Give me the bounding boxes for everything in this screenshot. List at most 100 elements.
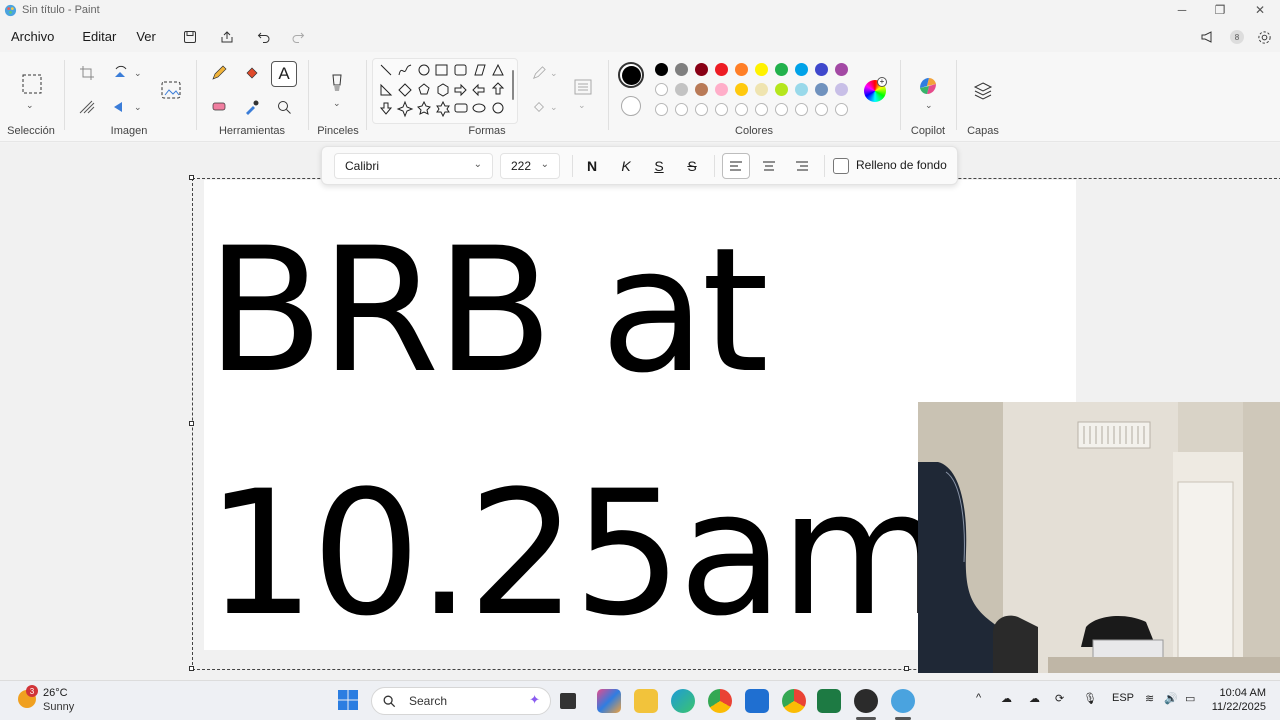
italic-button[interactable]: K xyxy=(612,153,640,179)
resize-handle[interactable] xyxy=(189,175,194,180)
save-icon[interactable] xyxy=(175,24,205,50)
align-center-button[interactable] xyxy=(755,153,783,179)
color-swatch[interactable] xyxy=(815,63,828,76)
color-picker-icon[interactable] xyxy=(239,94,265,120)
layers-icon[interactable] xyxy=(972,80,994,102)
flip-icon[interactable] xyxy=(108,94,134,120)
onedrive-icon[interactable]: ☁ xyxy=(1001,692,1012,705)
color-swatch[interactable] xyxy=(675,103,688,116)
battery-icon[interactable]: ▭ xyxy=(1185,692,1195,705)
color-swatch[interactable] xyxy=(735,83,748,96)
stroke-size-icon[interactable] xyxy=(570,74,596,100)
notifications-badge[interactable]: 8 xyxy=(1222,24,1252,50)
windows-start-icon[interactable] xyxy=(337,689,361,713)
stroke-chevron-down-icon[interactable]: ⌄ xyxy=(578,100,586,111)
feedback-icon[interactable] xyxy=(1193,24,1223,50)
weather-temperature[interactable]: 26°C xyxy=(43,687,68,699)
selection-tool[interactable] xyxy=(18,70,46,98)
microphone-icon[interactable]: 🎙 xyxy=(1083,692,1097,705)
outline-icon[interactable] xyxy=(526,60,552,86)
color-swatch[interactable] xyxy=(735,63,748,76)
shape-fill-chevron-down-icon[interactable]: ⌄ xyxy=(550,102,558,113)
clock-date[interactable]: 11/22/2025 xyxy=(1208,701,1266,713)
file-explorer-icon[interactable] xyxy=(634,689,658,713)
color-swatch[interactable] xyxy=(835,83,848,96)
strikethrough-button[interactable]: S xyxy=(678,153,706,179)
settings-gear-icon[interactable] xyxy=(1249,24,1279,50)
canvas-text-line-2[interactable]: 10.25am xyxy=(206,468,947,640)
task-view-icon[interactable] xyxy=(560,693,576,709)
text-tool-icon[interactable]: A xyxy=(271,61,297,87)
minimize-button[interactable]: ─ xyxy=(1162,0,1202,20)
excel-icon[interactable] xyxy=(817,689,841,713)
color-swatch[interactable] xyxy=(775,83,788,96)
align-right-button[interactable] xyxy=(788,153,816,179)
menu-ver[interactable]: Ver xyxy=(127,24,165,50)
menu-editar[interactable]: Editar xyxy=(73,24,125,50)
rotate-chevron-down-icon[interactable]: ⌄ xyxy=(134,68,142,79)
menu-archivo[interactable]: Archivo xyxy=(2,24,63,50)
color-swatch[interactable] xyxy=(775,63,788,76)
color-swatch[interactable] xyxy=(715,63,728,76)
color-swatch[interactable] xyxy=(655,103,668,116)
refresh-icon[interactable]: ⟳ xyxy=(1055,692,1064,705)
selection-chevron-down-icon[interactable]: ⌄ xyxy=(26,100,34,111)
fill-bucket-icon[interactable] xyxy=(239,60,265,86)
chrome-profile-icon[interactable] xyxy=(782,689,806,713)
copilot-app-icon[interactable] xyxy=(597,689,621,713)
color-swatch[interactable] xyxy=(675,63,688,76)
copilot-icon[interactable] xyxy=(916,74,940,98)
font-size-dropdown[interactable]: 222 ⌄ xyxy=(500,153,560,179)
color-swatch[interactable] xyxy=(735,103,748,116)
brush-icon[interactable] xyxy=(324,70,350,96)
weather-description[interactable]: Sunny xyxy=(43,701,74,713)
color-swatch[interactable] xyxy=(835,63,848,76)
copilot-chevron-down-icon[interactable]: ⌄ xyxy=(925,100,933,111)
color-swatch[interactable] xyxy=(835,103,848,116)
color-swatch[interactable] xyxy=(795,63,808,76)
flip-chevron-down-icon[interactable]: ⌄ xyxy=(134,102,142,113)
taskbar-search[interactable]: Search ✦ xyxy=(371,687,551,715)
color-swatch[interactable] xyxy=(795,83,808,96)
primary-color[interactable] xyxy=(618,62,644,88)
pencil-icon[interactable] xyxy=(206,60,232,86)
paint-taskbar-icon[interactable] xyxy=(891,689,915,713)
image-select-icon[interactable] xyxy=(158,77,184,103)
align-left-button[interactable] xyxy=(722,153,750,179)
shapes-gallery[interactable] xyxy=(372,58,518,124)
shape-fill-icon[interactable] xyxy=(526,94,552,120)
maximize-button[interactable]: ❐ xyxy=(1200,0,1240,20)
edit-colors-icon[interactable]: + xyxy=(864,77,887,102)
color-swatch[interactable] xyxy=(675,83,688,96)
edge-icon[interactable] xyxy=(671,689,695,713)
color-swatch[interactable] xyxy=(795,103,808,116)
brushes-chevron-down-icon[interactable]: ⌄ xyxy=(333,98,341,109)
underline-button[interactable]: S xyxy=(645,153,673,179)
outlook-icon[interactable] xyxy=(745,689,769,713)
volume-icon[interactable]: 🔊 xyxy=(1164,692,1178,705)
resize-handle[interactable] xyxy=(189,421,194,426)
resize-handle[interactable] xyxy=(904,666,909,671)
color-swatch[interactable] xyxy=(815,103,828,116)
color-swatch[interactable] xyxy=(815,83,828,96)
color-swatch[interactable] xyxy=(775,103,788,116)
wifi-icon[interactable]: ≋ xyxy=(1145,692,1154,705)
color-swatch[interactable] xyxy=(695,103,708,116)
bold-button[interactable]: N xyxy=(578,153,606,179)
font-family-dropdown[interactable]: Calibri ⌄ xyxy=(334,153,493,179)
language-indicator[interactable]: ESP xyxy=(1112,692,1134,704)
outline-chevron-down-icon[interactable]: ⌄ xyxy=(550,68,558,79)
resize-icon[interactable] xyxy=(74,94,100,120)
chevron-up-icon[interactable]: ^ xyxy=(976,692,981,704)
undo-icon[interactable] xyxy=(249,24,279,50)
color-swatch[interactable] xyxy=(695,63,708,76)
close-button[interactable]: ✕ xyxy=(1240,0,1280,20)
color-swatch[interactable] xyxy=(755,103,768,116)
background-fill-checkbox[interactable] xyxy=(833,158,849,174)
color-swatch[interactable] xyxy=(755,63,768,76)
crop-icon[interactable] xyxy=(74,60,100,86)
secondary-color[interactable] xyxy=(621,96,641,116)
magnifier-icon[interactable] xyxy=(271,94,297,120)
cloud-sync-icon[interactable]: ☁ xyxy=(1029,692,1040,705)
redo-icon[interactable] xyxy=(283,24,313,50)
